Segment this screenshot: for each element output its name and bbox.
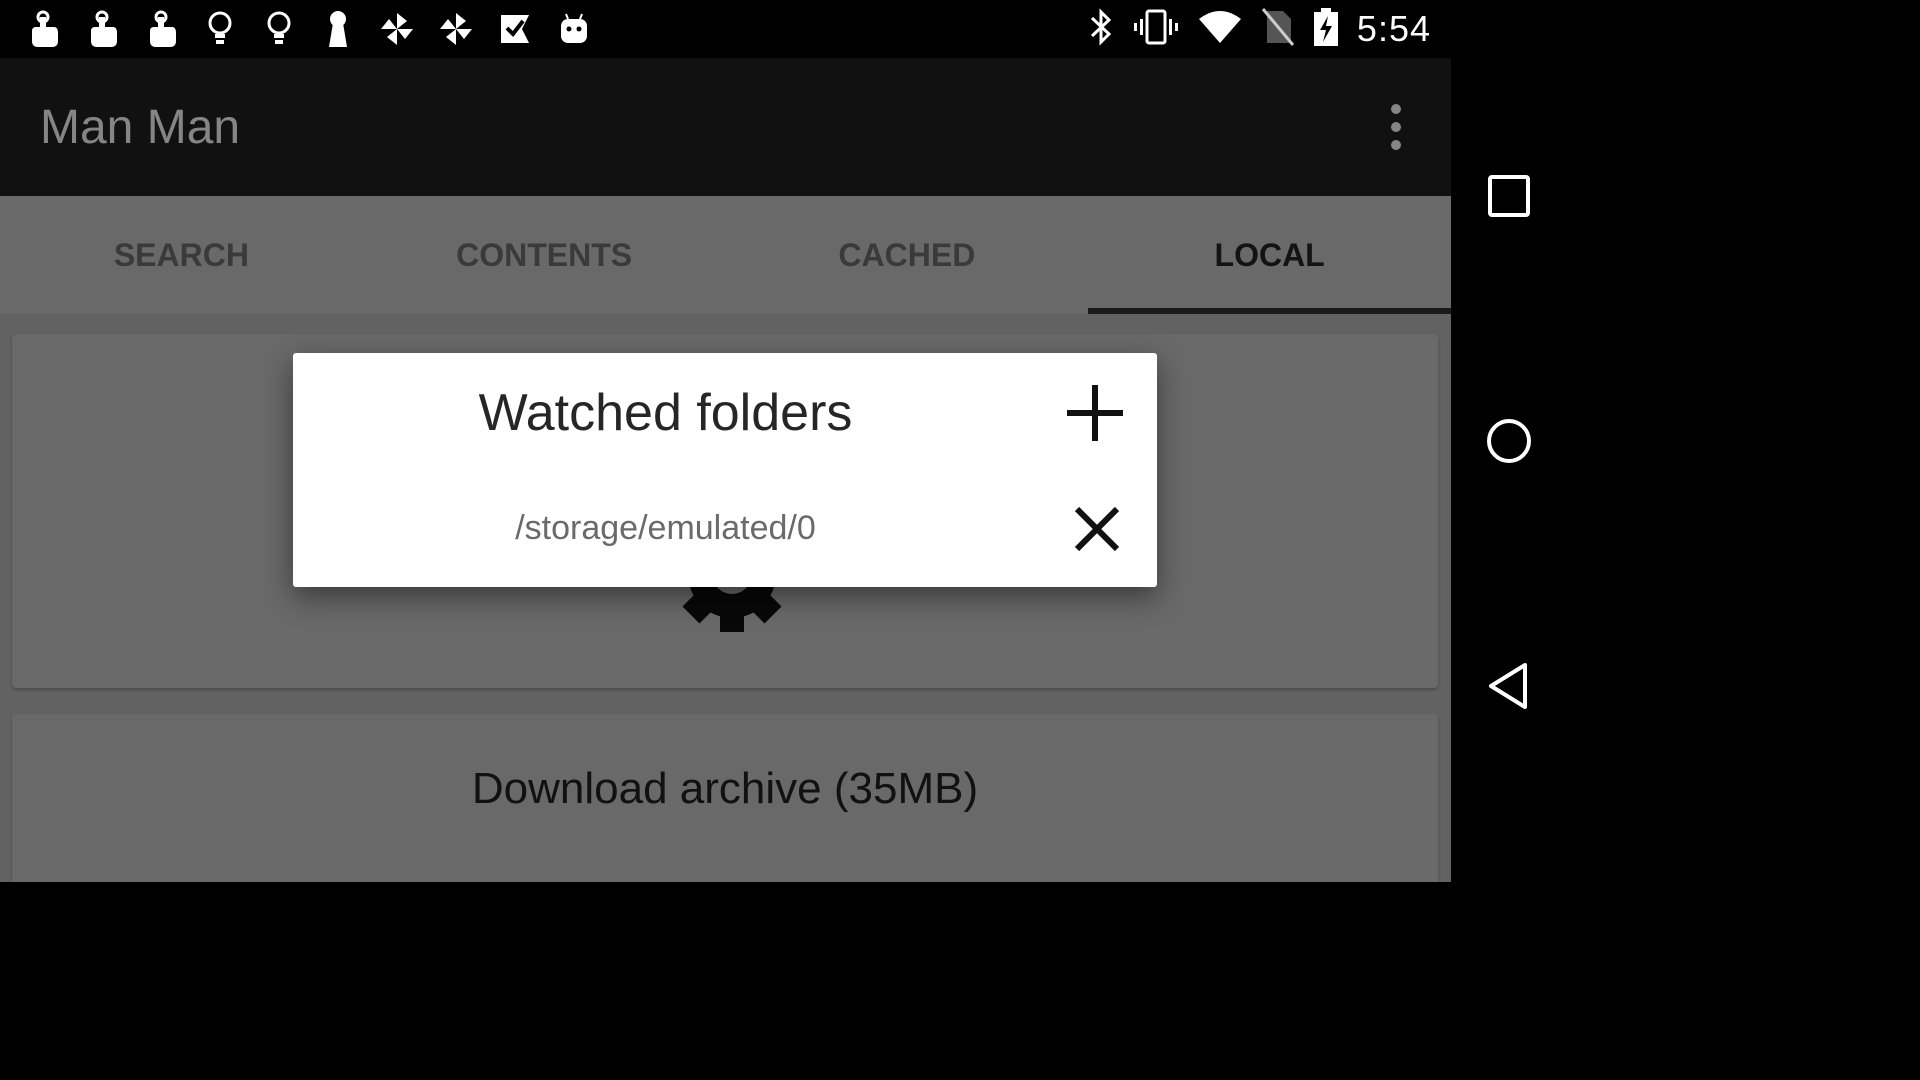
watched-folders-dialog: Watched folders /storage/emulated/0	[293, 353, 1157, 587]
vibrate-icon	[1133, 7, 1179, 52]
screen: 5:54 Man Man SEARCH CONTENTS CACHED LOCA…	[0, 0, 1451, 882]
folder-path: /storage/emulated/0	[515, 509, 816, 547]
square-icon	[1488, 175, 1530, 217]
plus-icon	[1067, 385, 1123, 441]
system-icons: 5:54	[1087, 6, 1431, 52]
hand-pointer-icon	[24, 8, 61, 50]
back-button[interactable]	[1479, 656, 1539, 716]
pinwheel-icon	[378, 8, 415, 50]
recents-button[interactable]	[1479, 166, 1539, 226]
no-sim-icon	[1261, 7, 1295, 52]
remove-folder-button[interactable]	[1069, 501, 1125, 557]
lightbulb-icon	[201, 8, 238, 50]
pinwheel-icon	[437, 8, 474, 50]
notification-icons	[24, 8, 592, 50]
wifi-icon	[1197, 9, 1243, 50]
hand-pointer-icon	[83, 8, 120, 50]
keyhole-icon	[319, 8, 356, 50]
bluetooth-icon	[1087, 7, 1115, 52]
battery-charging-icon	[1313, 7, 1339, 52]
dialog-title: Watched folders	[478, 384, 853, 442]
close-icon	[1074, 506, 1120, 552]
home-button[interactable]	[1479, 411, 1539, 471]
navigation-bar	[1451, 0, 1568, 882]
back-triangle-icon	[1489, 663, 1527, 709]
lightbulb-icon	[260, 8, 297, 50]
clock: 5:54	[1356, 8, 1431, 49]
circle-icon	[1487, 419, 1531, 463]
hand-pointer-icon	[142, 8, 179, 50]
check-flag-icon	[496, 8, 533, 50]
status-bar: 5:54	[0, 0, 1451, 58]
add-folder-button[interactable]	[1063, 381, 1127, 445]
android-robot-icon	[555, 8, 592, 50]
